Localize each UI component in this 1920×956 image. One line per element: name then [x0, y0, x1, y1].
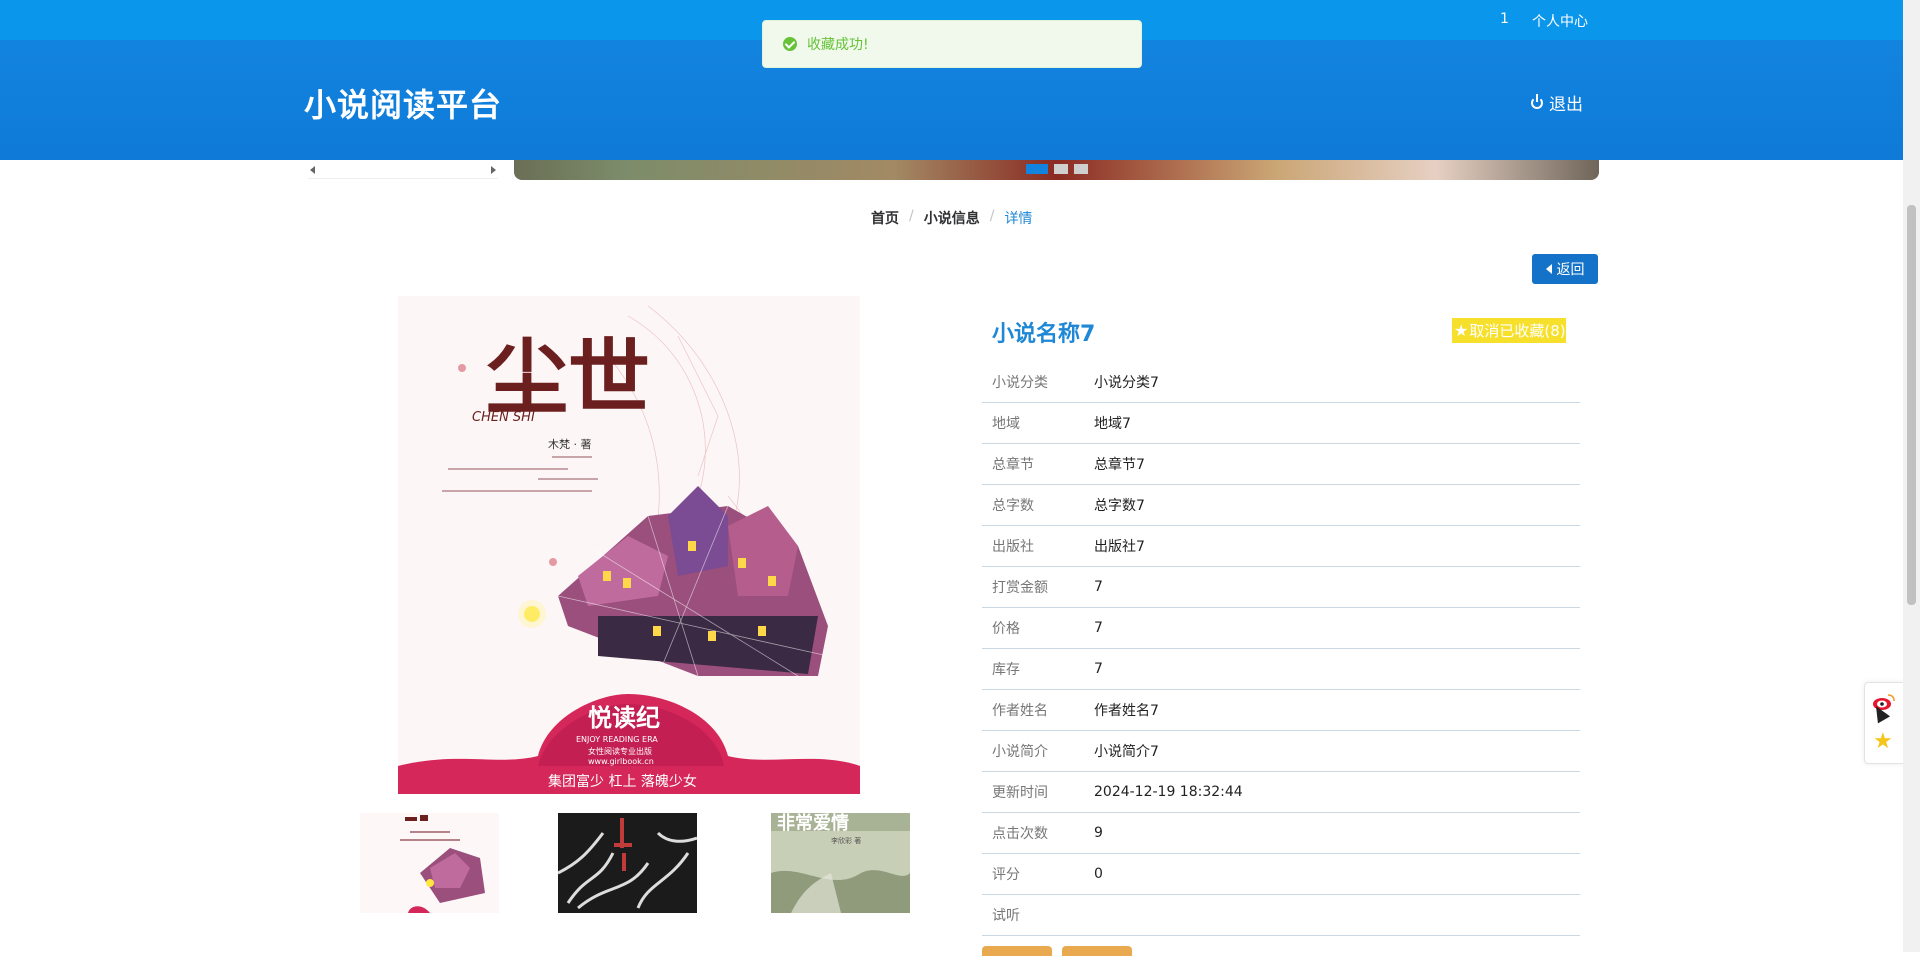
prev-arrow-icon[interactable] — [310, 166, 315, 174]
detail-row: 点击次数 9 — [982, 813, 1580, 854]
field-value: 0 — [1094, 866, 1103, 882]
cover-banner-sub: 女性阅读专业出版 — [588, 746, 652, 756]
cover-banner-url: www.girlbook.cn — [588, 757, 654, 766]
detail-row: 小说分类 小说分类7 — [982, 362, 1580, 403]
field-label: 库存 — [992, 662, 1020, 678]
field-value: 小说分类7 — [1094, 375, 1159, 391]
back-label: 返回 — [1556, 262, 1585, 278]
thumbnail-strip: 非常爱情 李欣彩 著 — [360, 813, 910, 913]
field-label: 地域 — [992, 416, 1020, 432]
detail-row: 出版社 出版社7 — [982, 526, 1580, 567]
back-button[interactable]: 返回 — [1532, 254, 1598, 284]
breadcrumb: 首页 / 小说信息 / 详情 — [871, 208, 1032, 228]
unfavorite-label: 取消已收藏(8) — [1469, 322, 1566, 340]
field-label: 出版社 — [992, 539, 1034, 555]
book-cover-image: 尘世 CHEN SHI 木梵 · 著 悦读纪 ENJOY READING ERA… — [398, 296, 860, 794]
carousel-dot[interactable] — [1026, 164, 1048, 174]
field-label: 更新时间 — [992, 785, 1048, 801]
field-label: 小说简介 — [992, 744, 1048, 760]
detail-row: 总章节 总章节7 — [982, 444, 1580, 485]
favorite-star-icon[interactable]: ★ — [1873, 731, 1893, 753]
site-brand[interactable]: 小说阅读平台 — [304, 80, 502, 126]
thumbnail-3-title: 非常爱情 — [777, 813, 849, 834]
detail-row: 总字数 总字数7 — [982, 485, 1580, 526]
field-value: 7 — [1094, 620, 1103, 636]
detail-row: 打赏金额 7 — [982, 567, 1580, 608]
share-widget: ★ — [1864, 682, 1904, 764]
field-label: 作者姓名 — [992, 703, 1048, 719]
novel-title: 小说名称7 — [992, 322, 1096, 347]
breadcrumb-current: 详情 — [1004, 211, 1033, 227]
detail-row: 价格 7 — [982, 608, 1580, 649]
field-label: 价格 — [992, 621, 1020, 637]
field-value: 作者姓名7 — [1094, 703, 1159, 719]
detail-row: 库存 7 — [982, 649, 1580, 690]
field-label: 点击次数 — [992, 826, 1048, 842]
cover-banner: 悦读纪 — [588, 703, 660, 732]
scrollbar-thumb[interactable] — [1907, 205, 1916, 605]
breadcrumb-separator: / — [989, 208, 995, 224]
detail-row: 试听 — [982, 895, 1580, 936]
field-label: 评分 — [992, 867, 1020, 883]
detail-row: 地域 地域7 — [982, 403, 1580, 444]
field-value: 出版社7 — [1094, 539, 1145, 555]
field-label: 总章节 — [992, 457, 1034, 473]
thumbnail-2[interactable] — [558, 813, 697, 913]
field-value: 9 — [1094, 825, 1103, 841]
user-center-link[interactable]: 个人中心 — [1532, 11, 1588, 31]
field-value: 小说简介7 — [1094, 744, 1159, 760]
thumbnail-3-author: 李欣彩 著 — [831, 836, 861, 845]
field-value: 总章节7 — [1094, 457, 1145, 473]
detail-row: 小说简介 小说简介7 — [982, 731, 1580, 772]
logout-label: 退出 — [1549, 95, 1583, 115]
field-value: 地域7 — [1094, 416, 1131, 432]
detail-row: 评分 0 — [982, 854, 1580, 895]
field-label: 总字数 — [992, 498, 1034, 514]
field-value: 总字数7 — [1094, 498, 1145, 514]
thumbnail-3[interactable]: 非常爱情 李欣彩 著 — [771, 813, 910, 913]
next-arrow-icon[interactable] — [491, 166, 496, 174]
carousel-dot[interactable] — [1074, 164, 1088, 174]
cover-banner-en: ENJOY READING ERA — [576, 735, 658, 744]
caret-left-icon — [1545, 264, 1552, 274]
breadcrumb-separator: / — [909, 208, 914, 224]
banner-carousel[interactable] — [514, 160, 1599, 180]
power-icon — [1531, 93, 1543, 109]
field-label: 打赏金额 — [992, 580, 1048, 596]
cover-author: 木梵 · 著 — [548, 437, 592, 451]
mini-slider — [308, 164, 498, 179]
action-button[interactable] — [982, 946, 1052, 956]
page-scrollbar[interactable] — [1903, 0, 1920, 952]
star-icon: ★ — [1454, 320, 1469, 340]
field-value: 2024-12-19 18:32:44 — [1094, 784, 1243, 800]
cover-bottom-line: 集团富少 杠上 落魄少女 — [548, 773, 697, 790]
breadcrumb-section[interactable]: 小说信息 — [924, 208, 980, 228]
toast-message: 收藏成功! — [807, 37, 869, 53]
logout-button[interactable]: 退出 — [1531, 90, 1583, 115]
action-button[interactable] — [1062, 946, 1132, 956]
success-toast: 收藏成功! — [762, 20, 1142, 68]
detail-row: 更新时间 2024-12-19 18:32:44 — [982, 772, 1580, 813]
unfavorite-button[interactable]: ★ 取消已收藏(8) — [1452, 318, 1566, 343]
field-label: 试听 — [992, 908, 1020, 924]
detail-table: 小说分类 小说分类7 地域 地域7 总章节 总章节7 总字数 总字数7 出版社 出版社7 … — [982, 362, 1580, 936]
carousel-dot[interactable] — [1054, 164, 1068, 174]
field-value: 7 — [1094, 579, 1103, 595]
breadcrumb-home[interactable]: 首页 — [871, 208, 899, 228]
cart-count[interactable]: 1 — [1500, 11, 1509, 27]
field-label: 小说分类 — [992, 375, 1048, 391]
detail-row: 作者姓名 作者姓名7 — [982, 690, 1580, 731]
field-value: 7 — [1094, 661, 1103, 677]
thumbnail-1[interactable] — [360, 813, 499, 913]
check-circle-icon — [783, 37, 797, 51]
cover-pinyin: CHEN SHI — [472, 410, 535, 425]
